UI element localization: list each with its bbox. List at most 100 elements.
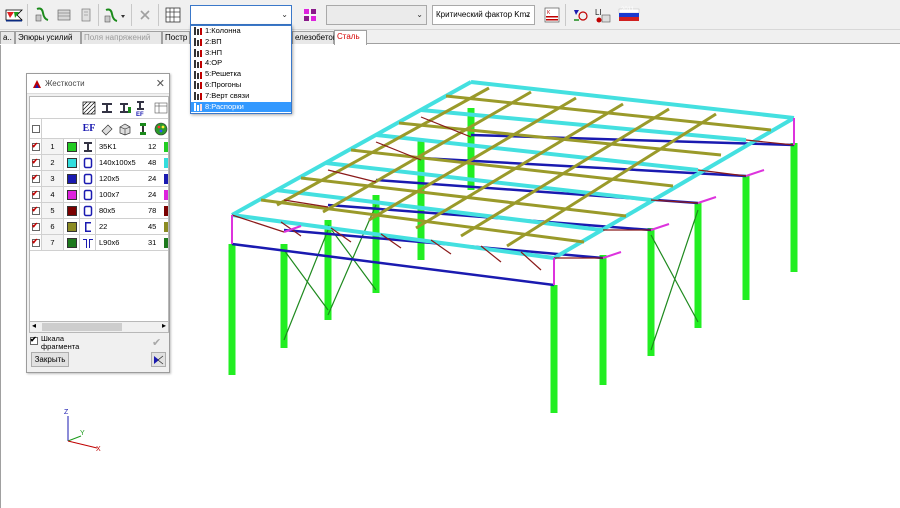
results-icon[interactable] (3, 4, 25, 26)
double-angle-icon (80, 235, 96, 250)
scale-fragment-option[interactable]: ✔ Шкала фрагмента (30, 335, 130, 353)
factor-combo-value: Критический фактор Kmz (436, 10, 531, 19)
tab-label: а.. (3, 33, 12, 42)
row-checkbox[interactable]: ✔ (30, 171, 42, 186)
tab-force-diagrams[interactable]: Эпюры усилий (15, 31, 81, 44)
channel-icon (80, 219, 96, 234)
cube-icon[interactable] (116, 119, 134, 138)
tube-icon (80, 171, 96, 186)
table-header-row: EF (30, 119, 168, 139)
row-checkbox[interactable]: ✔ (30, 235, 42, 250)
scale-checkbox[interactable]: ✔ (30, 335, 38, 345)
dropdown-item-label: 5:Решетка (205, 69, 242, 79)
svg-text:EF: EF (136, 112, 144, 116)
section-info-icon[interactable] (134, 119, 152, 138)
groups-icon[interactable] (299, 4, 321, 26)
hatch-icon[interactable] (80, 97, 98, 118)
palette-icon[interactable] (152, 119, 168, 138)
dropdown-item-lattice[interactable]: 5:Решетка (191, 69, 291, 80)
table-row[interactable]: ✔ 4 100x7 24 (30, 187, 168, 203)
select-all-checkbox[interactable] (30, 119, 42, 138)
flag-label: 2011 (621, 7, 634, 13)
row-color[interactable] (64, 155, 80, 170)
tab-label: Поля напряжений (84, 33, 151, 42)
table-row[interactable]: ✔ 6 22 45 (30, 219, 168, 235)
disabled-combo: ⌄ (326, 5, 427, 25)
row-checkbox[interactable]: ✔ (30, 203, 42, 218)
row-checkbox[interactable]: ✔ (30, 219, 42, 234)
norm-icon[interactable] (569, 4, 591, 26)
dropdown-item-vp[interactable]: 2:ВП (191, 37, 291, 48)
crit-factor-icon[interactable]: K (541, 4, 563, 26)
factor-combo[interactable]: Критический фактор Kmz ⌄ (432, 5, 535, 25)
section-table-icon[interactable] (152, 97, 168, 118)
group-icon (194, 92, 202, 101)
table-row[interactable]: ✔ 1 35K1 12 (30, 139, 168, 155)
table-row[interactable]: ✔ 5 80x5 78 (30, 203, 168, 219)
close-button[interactable]: Закрыть (31, 352, 69, 367)
row-color-strip (164, 190, 168, 200)
flag-icon[interactable]: 2011 (617, 4, 641, 26)
tab-reinforced-concrete[interactable]: елезобетон (292, 31, 338, 44)
row-color[interactable] (64, 187, 80, 202)
tab-label: елезобетон (295, 33, 338, 42)
delete-icon[interactable] (134, 4, 156, 26)
row-color[interactable] (64, 171, 80, 186)
chevron-down-icon: ⌄ (281, 10, 288, 19)
row-checkbox[interactable]: ✔ (30, 187, 42, 202)
tab-steel[interactable]: Сталь (334, 30, 367, 45)
row-color[interactable] (64, 219, 80, 234)
dropdown-item-label: 3:НП (205, 47, 223, 57)
scroll-left-icon[interactable]: ◂ (32, 321, 36, 330)
row-color[interactable] (64, 139, 80, 154)
filter-icon[interactable] (151, 352, 166, 367)
row-color[interactable] (64, 235, 80, 250)
eraser-icon[interactable] (98, 119, 116, 138)
panel-titlebar[interactable]: Жесткости ✕ (27, 74, 169, 94)
row-color-strip (164, 142, 168, 152)
close-icon[interactable]: ✕ (156, 77, 165, 90)
design-table-icon[interactable]: LI (592, 4, 614, 26)
group-icon (194, 70, 202, 79)
tab-prev[interactable]: а.. (0, 31, 15, 44)
dropdown-item-label: 2:ВП (205, 36, 222, 46)
stiffness-table: EF EF ✔ 1 35K1 12 ✔ 2 140x100x5 48 ✔ 3 1… (29, 96, 169, 326)
dropdown-item-np[interactable]: 3:НП (191, 48, 291, 59)
group-icon (194, 48, 202, 57)
row-checkbox[interactable]: ✔ (30, 139, 42, 154)
table-row[interactable]: ✔ 3 120x5 24 (30, 171, 168, 187)
dropdown-item-struts[interactable]: 8:Распорки (191, 101, 291, 113)
tab-construction[interactable]: Постр (162, 31, 190, 44)
table-row[interactable]: ✔ 7 L90x6 31 (30, 235, 168, 251)
group-icon (194, 102, 202, 111)
tube-icon (80, 155, 96, 170)
row-color-strip (164, 222, 168, 232)
scroll-right-icon[interactable]: ▸ (162, 321, 166, 330)
export-icon[interactable] (75, 4, 97, 26)
dropdown-item-column[interactable]: 1:Колонна (191, 26, 291, 37)
row-color[interactable] (64, 203, 80, 218)
group-icon (194, 81, 202, 90)
dropdown-item-label: 1:Колонна (205, 26, 241, 35)
apply-check-icon[interactable]: ✔ (152, 336, 161, 349)
tab-stress-fields: Поля напряжений (81, 31, 162, 44)
ef-section-icon[interactable]: EF (134, 97, 152, 118)
dropdown-item-vert-bracing[interactable]: 7:Верт связи (191, 91, 291, 102)
i-beam-edit-icon[interactable] (116, 97, 134, 118)
calc-options-icon[interactable] (102, 4, 128, 26)
stiffness-panel: Жесткости ✕ EF EF ✔ 1 35K1 12 ✔ 2 140x10… (26, 73, 170, 373)
dropdown-item-purlins[interactable]: 6:Прогоны (191, 80, 291, 91)
dropdown-item-or[interactable]: 4:ОР (191, 58, 291, 69)
i-beam-icon[interactable] (98, 97, 116, 118)
table-row[interactable]: ✔ 2 140x100x5 48 (30, 155, 168, 171)
table-toolbar-row: EF (30, 97, 168, 119)
scroll-thumb[interactable] (42, 323, 122, 331)
groups-combo[interactable]: ⌄ (190, 5, 292, 25)
ef-icon[interactable]: EF (80, 119, 98, 138)
grid-icon[interactable] (162, 4, 184, 26)
horizontal-scrollbar[interactable]: ◂ ▸ (29, 321, 169, 333)
row-checkbox[interactable]: ✔ (30, 155, 42, 170)
table-icon[interactable] (53, 4, 75, 26)
load-case-icon[interactable] (31, 4, 53, 26)
axis-y-label: Y (80, 430, 85, 437)
